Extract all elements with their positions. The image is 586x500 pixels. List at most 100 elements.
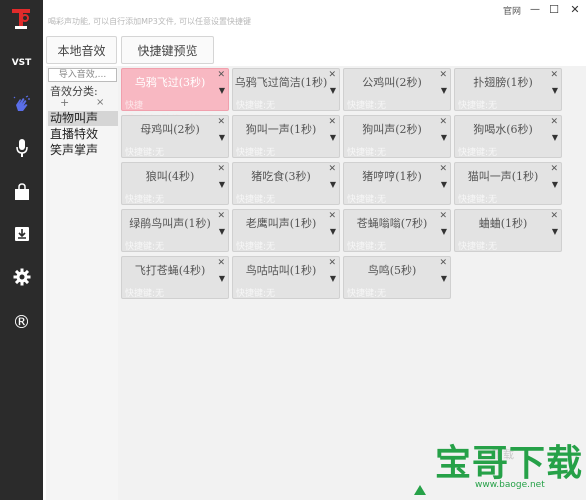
import-sound-input[interactable]: 导入音效,...	[48, 68, 117, 82]
add-category-button[interactable]: +	[60, 96, 69, 109]
close-icon[interactable]: ✕	[217, 164, 225, 174]
sound-name: 蛐蛐(1秒)	[478, 217, 528, 230]
sound-card[interactable]: 鸟咕咕叫(1秒) ✕ ▼ 快捷键:无	[232, 256, 340, 299]
chevron-down-icon[interactable]: ▼	[330, 274, 336, 283]
hotkey-label: 快捷键:无	[347, 242, 387, 252]
sound-card[interactable]: 猪吃食(3秒) ✕ ▼ 快捷键:无	[232, 162, 340, 205]
vst-button[interactable]: VST	[0, 48, 43, 78]
chevron-down-icon[interactable]: ▼	[552, 227, 558, 236]
close-icon[interactable]: ✕	[550, 211, 558, 221]
chevron-down-icon[interactable]: ▼	[219, 274, 225, 283]
sound-card[interactable]: 狗喝水(6秒) ✕ ▼ 快捷键:无	[454, 115, 562, 158]
sound-name: 猫叫一声(1秒)	[467, 170, 539, 183]
sound-name: 母鸡叫(2秒)	[140, 123, 200, 136]
hotkey-label: 快捷键:无	[236, 148, 276, 158]
chevron-down-icon[interactable]: ▼	[441, 86, 447, 95]
chevron-down-icon[interactable]: ▼	[219, 180, 225, 189]
hotkey-label: 快捷键:无	[458, 195, 498, 205]
hotkey-label: 快捷键:无	[458, 242, 498, 252]
sound-name: 公鸡叫(2秒)	[362, 76, 422, 89]
close-icon[interactable]: ✕	[439, 70, 447, 80]
chevron-down-icon[interactable]: ▼	[330, 86, 336, 95]
download-icon	[14, 226, 30, 246]
sound-card[interactable]: 鸟鸣(5秒) ✕ ▼ 快捷键:无	[343, 256, 451, 299]
sound-card[interactable]: 猪哼哼(1秒) ✕ ▼ 快捷键:无	[343, 162, 451, 205]
tab-local-sounds[interactable]: 本地音效	[46, 36, 117, 64]
close-icon[interactable]: ✕	[550, 164, 558, 174]
close-icon[interactable]: ✕	[439, 117, 447, 127]
maximize-button[interactable]: ☐	[545, 1, 563, 17]
chevron-down-icon[interactable]: ▼	[552, 86, 558, 95]
sound-card[interactable]: 母鸡叫(2秒) ✕ ▼ 快捷键:无	[121, 115, 229, 158]
app-sidebar: VST ®	[0, 0, 43, 500]
remove-category-button[interactable]: ×	[96, 97, 104, 108]
close-icon[interactable]: ✕	[217, 258, 225, 268]
close-icon[interactable]: ✕	[328, 117, 336, 127]
sound-name: 乌鸦飞过简洁(1秒)	[234, 76, 328, 89]
close-icon[interactable]: ✕	[439, 258, 447, 268]
minimize-button[interactable]: —	[526, 1, 544, 17]
chevron-down-icon[interactable]: ▼	[219, 86, 225, 95]
sound-name: 猪哼哼(1秒)	[362, 170, 422, 183]
shopping-bag-icon	[14, 183, 30, 205]
close-icon[interactable]: ✕	[328, 164, 336, 174]
sound-name: 苍蝇嗡嗡(7秒)	[356, 217, 428, 230]
hotkey-label: 快捷键:无	[125, 242, 165, 252]
chevron-down-icon[interactable]: ▼	[330, 227, 336, 236]
close-icon[interactable]: ✕	[439, 164, 447, 174]
settings-button[interactable]	[0, 264, 43, 294]
hotkey-label: 快捷键:无	[236, 289, 276, 299]
chevron-down-icon[interactable]: ▼	[441, 180, 447, 189]
sound-card[interactable]: 狼叫(4秒) ✕ ▼ 快捷键:无	[121, 162, 229, 205]
chevron-down-icon[interactable]: ▼	[441, 227, 447, 236]
sound-card[interactable]: 老鹰叫声(1秒) ✕ ▼ 快捷键:无	[232, 209, 340, 252]
sound-card[interactable]: 猫叫一声(1秒) ✕ ▼ 快捷键:无	[454, 162, 562, 205]
sound-name: 乌鸦飞过(3秒)	[134, 76, 206, 89]
close-icon[interactable]: ✕	[328, 211, 336, 221]
sound-name: 狗叫一声(1秒)	[245, 123, 317, 136]
hotkey-label: 快捷键:无	[458, 101, 498, 111]
tab-hotkey-preview[interactable]: 快捷键预览	[121, 36, 214, 64]
chevron-down-icon[interactable]: ▼	[552, 133, 558, 142]
chevron-down-icon[interactable]: ▼	[330, 180, 336, 189]
chevron-down-icon[interactable]: ▼	[219, 133, 225, 142]
close-icon[interactable]: ✕	[217, 211, 225, 221]
sound-card[interactable]: 苍蝇嗡嗡(7秒) ✕ ▼ 快捷键:无	[343, 209, 451, 252]
sound-card[interactable]: 乌鸦飞过简洁(1秒) ✕ ▼ 快捷键:无	[232, 68, 340, 111]
close-icon[interactable]: ✕	[217, 117, 225, 127]
close-icon[interactable]: ✕	[550, 70, 558, 80]
close-icon[interactable]: ✕	[328, 70, 336, 80]
sound-card[interactable]: 绿鹃鸟叫声(1秒) ✕ ▼ 快捷键:无	[121, 209, 229, 252]
chevron-down-icon[interactable]: ▼	[441, 274, 447, 283]
sound-card[interactable]: 蛐蛐(1秒) ✕ ▼ 快捷键:无	[454, 209, 562, 252]
chevron-down-icon[interactable]: ▼	[552, 180, 558, 189]
sound-card[interactable]: 狗叫一声(1秒) ✕ ▼ 快捷键:无	[232, 115, 340, 158]
sound-card[interactable]: 扑翅膀(1秒) ✕ ▼ 快捷键:无	[454, 68, 562, 111]
close-icon[interactable]: ✕	[217, 70, 225, 80]
chevron-down-icon[interactable]: ▼	[441, 133, 447, 142]
hotkey-label: 快捷键:无	[236, 242, 276, 252]
sound-name: 扑翅膀(1秒)	[473, 76, 533, 89]
category-item-animal[interactable]: 动物叫声	[48, 111, 118, 126]
download-button[interactable]	[0, 221, 43, 251]
sound-card[interactable]: 公鸡叫(2秒) ✕ ▼ 快捷键:无	[343, 68, 451, 111]
official-site-link[interactable]: 官网	[503, 4, 521, 17]
category-item-laughter[interactable]: 笑声掌声	[48, 143, 118, 158]
close-icon[interactable]: ✕	[328, 258, 336, 268]
hotkey-label: 快捷键:无	[458, 148, 498, 158]
close-icon[interactable]: ✕	[550, 117, 558, 127]
hotkey-label: 快捷键:无	[125, 195, 165, 205]
sound-card[interactable]: 狗叫声(2秒) ✕ ▼ 快捷键:无	[343, 115, 451, 158]
chevron-down-icon[interactable]: ▼	[330, 133, 336, 142]
shop-button[interactable]	[0, 179, 43, 209]
close-icon[interactable]: ✕	[439, 211, 447, 221]
chevron-down-icon[interactable]: ▼	[219, 227, 225, 236]
sound-card[interactable]: 乌鸦飞过(3秒) ✕ ▼ 快捷键:Ctrl+Shift+Alt+F	[121, 68, 229, 124]
applause-button[interactable]	[0, 91, 43, 121]
register-button[interactable]: ®	[0, 307, 43, 337]
sound-name: 老鹰叫声(1秒)	[245, 217, 317, 230]
close-window-button[interactable]: ✕	[566, 1, 584, 17]
microphone-button[interactable]	[0, 135, 43, 165]
sound-card[interactable]: 飞打苍蝇(4秒) ✕ ▼ 快捷键:无	[121, 256, 229, 299]
category-item-live[interactable]: 直播特效	[48, 127, 118, 142]
